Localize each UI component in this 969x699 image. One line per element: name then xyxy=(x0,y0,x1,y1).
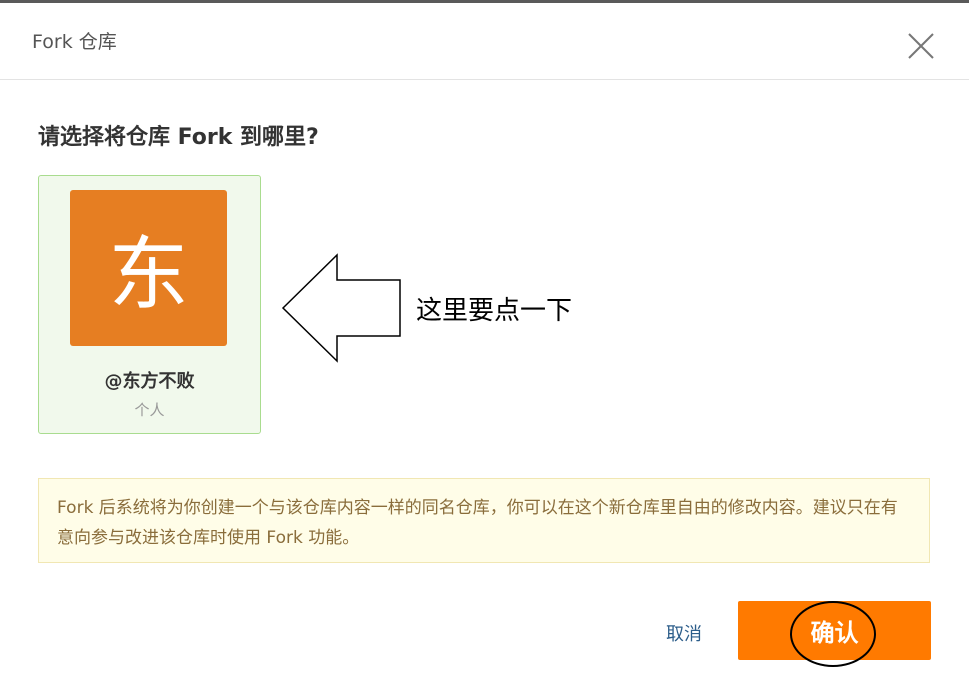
fork-destination-question: 请选择将仓库 Fork 到哪里? xyxy=(38,125,319,150)
confirm-button[interactable]: 确认 xyxy=(738,601,931,660)
fork-notice: Fork 后系统将为你创建一个与该仓库内容一样的同名仓库，你可以在这个新仓库里自… xyxy=(38,478,930,563)
dialog-title: Fork 仓库 xyxy=(32,31,117,53)
owner-option-card[interactable]: 东 @东方不败 个人 xyxy=(38,175,261,434)
close-button[interactable] xyxy=(904,29,938,63)
owner-name: @东方不败 xyxy=(104,371,195,392)
close-icon xyxy=(908,33,934,59)
left-arrow-annotation-icon xyxy=(281,253,401,363)
owner-type: 个人 xyxy=(134,401,165,419)
avatar: 东 xyxy=(70,190,227,346)
dialog-header: Fork 仓库 xyxy=(0,3,969,80)
cancel-button[interactable]: 取消 xyxy=(666,620,702,646)
annotation-text: 这里要点一下 xyxy=(416,296,573,326)
